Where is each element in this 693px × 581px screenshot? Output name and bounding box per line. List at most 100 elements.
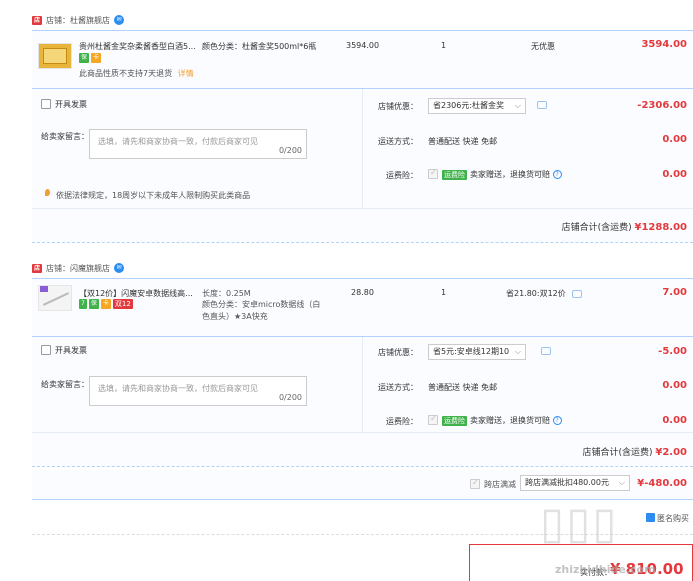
promo-badge: 双12	[112, 299, 133, 309]
memo-label: 给卖家留言：	[41, 132, 89, 141]
shop-total-label: 店铺合计(含运费)	[582, 448, 653, 458]
product-thumbnail[interactable]	[38, 43, 72, 69]
insurance-badge: 运费险	[442, 416, 467, 426]
legal-notice: 依据法律规定，18周岁以下未成年人限制购买此类商品	[56, 191, 251, 200]
memo-count: 0/200	[278, 393, 302, 402]
insurance-badge: 运费险	[442, 170, 467, 180]
card-icon: 卡	[100, 299, 111, 309]
cross-shop-label: 跨店满减	[484, 480, 516, 489]
detail-link[interactable]: 详情	[178, 69, 194, 78]
shop-options: 开具发票 给卖家留言： 选填，请先和商家协商一致，付款后商家可见 0/200 店…	[32, 336, 693, 433]
coupon-select[interactable]: 省2306元:杜酱金奖 ⌵	[428, 98, 526, 114]
invoice-label: 开具发票	[55, 346, 87, 355]
chevron-down-icon: ⌵	[618, 478, 625, 487]
shop-total: 店铺合计(含运费) ¥1288.00	[562, 220, 687, 233]
shop-total: 店铺合计(含运费) ¥2.00	[582, 445, 687, 458]
insurance-label: 运费险：	[386, 171, 418, 180]
unit-price: 3594.00	[346, 41, 380, 50]
insurance-text: 卖家赠送，退换货可赔	[470, 170, 550, 179]
memo-placeholder: 选填，请先和商家协商一致，付款后商家可见	[98, 137, 258, 146]
order-item: 【双12价】闪魔安卓数据线高... 7 保卡双12 长度：0.25M 颜色分类：安…	[32, 278, 693, 336]
insurance-text: 卖家赠送，退换货可赔	[470, 416, 550, 425]
dashed-divider	[32, 466, 693, 467]
insurance-info: 运费险 卖家赠送，退换货可赔 ?	[442, 415, 562, 426]
shop-icon: 店	[32, 263, 42, 273]
invoice-checkbox[interactable]	[41, 99, 51, 109]
ship-value: 普通配送 快递 免邮	[428, 137, 498, 146]
seven-day-icon: 7	[79, 299, 87, 309]
ship-label: 运送方式：	[378, 383, 418, 392]
shop-header: 店 店铺：闪魔旗舰店 ✉	[32, 260, 124, 276]
shop-icon: 店	[32, 15, 42, 25]
product-sku: 颜色分类：杜酱金奖500ml*6瓶	[202, 42, 317, 51]
return-notice-text: 此商品性质不支持7天退货	[79, 69, 173, 78]
coupon-select[interactable]: 省5元:安卓线12期10 ⌵	[428, 344, 526, 360]
cross-shop-select-value: 跨店满减批扣480.00元	[525, 478, 609, 487]
cross-shop-select[interactable]: 跨店满减批扣480.00元 ⌵	[520, 475, 630, 491]
insurance-checkbox[interactable]	[428, 168, 438, 179]
memo-textarea[interactable]: 选填，请先和商家协商一致，付款后商家可见 0/200	[89, 376, 307, 406]
coupon-select-value: 省5元:安卓线12期10	[433, 347, 510, 356]
coupon-amount: -2306.00	[637, 100, 687, 111]
insurance-label: 运费险：	[386, 417, 418, 426]
card-icon: 卡	[91, 53, 102, 63]
shop-total-bar: 店铺合计(含运费) ¥2.00	[32, 432, 693, 466]
chevron-down-icon: ⌵	[514, 347, 521, 356]
memo-placeholder: 选填，请先和商家协商一致，付款后商家可见	[98, 384, 258, 393]
cross-shop-amount: ¥-480.00	[637, 478, 687, 489]
insurance-info: 运费险 卖家赠送，退换货可赔 ?	[442, 169, 562, 180]
insurance-checkbox[interactable]	[428, 414, 438, 425]
item-discount: 无优惠	[531, 42, 555, 51]
message-icon[interactable]	[541, 347, 551, 355]
anon-label: 匿名购买	[657, 514, 689, 523]
guarantee-icon: 保	[79, 53, 90, 63]
memo-count: 0/200	[278, 146, 302, 155]
ship-amount: 0.00	[662, 134, 687, 145]
memo-label: 给卖家留言：	[41, 380, 89, 389]
divider	[362, 337, 363, 433]
return-notice: 此商品性质不支持7天退货 详情	[79, 68, 194, 79]
order-item: 贵州杜酱金奖杂柔酱香型白酒5... 保卡 颜色分类：杜酱金奖500ml*6瓶 3…	[32, 30, 693, 88]
help-icon[interactable]: ?	[552, 170, 562, 179]
chevron-down-icon: ⌵	[514, 101, 521, 110]
location-icon	[45, 189, 50, 196]
chat-icon[interactable]: ✉	[114, 15, 124, 25]
invoice-checkbox[interactable]	[41, 345, 51, 355]
chat-icon[interactable]: ✉	[114, 263, 124, 273]
product-thumbnail[interactable]	[38, 285, 72, 311]
product-title[interactable]: 【双12价】闪魔安卓数据线高...	[79, 288, 197, 299]
item-subtotal: 7.00	[662, 287, 687, 298]
coupon-select-value: 省2306元:杜酱金奖	[433, 101, 505, 110]
cross-shop-checkbox[interactable]	[470, 478, 480, 489]
guarantee-icon: 保	[88, 299, 99, 309]
ship-label: 运送方式：	[378, 137, 418, 146]
shop-name[interactable]: 店铺：闪魔旗舰店	[46, 263, 110, 274]
memo-textarea[interactable]: 选填，请先和商家协商一致，付款后商家可见 0/200	[89, 129, 307, 159]
shop-total-value: ¥1288.00	[634, 222, 687, 233]
item-subtotal: 3594.00	[641, 39, 687, 50]
shop-total-bar: 店铺合计(含运费) ¥1288.00	[32, 208, 693, 242]
divider	[362, 89, 363, 209]
coupon-label: 店铺优惠：	[378, 348, 418, 357]
message-icon[interactable]	[572, 290, 582, 298]
anon-checkbox[interactable]	[646, 513, 655, 522]
product-sku: 颜色分类：安卓micro数据线（白色直头）★3A快充	[202, 300, 321, 321]
watermark-url: zhizhidhide.com	[555, 563, 656, 576]
shop-total-value: ¥2.00	[655, 447, 687, 458]
service-badges: 7 保卡双12	[79, 299, 135, 309]
watermark: ▯▯▯	[540, 498, 619, 549]
unit-price: 28.80	[351, 288, 374, 297]
service-badges: 保卡	[79, 53, 103, 63]
quantity: 1	[441, 41, 447, 50]
shop-header: 店 店铺：杜酱旗舰店 ✉	[32, 12, 124, 28]
product-title[interactable]: 贵州杜酱金奖杂柔酱香型白酒5...	[79, 41, 199, 52]
shop-options: 开具发票 给卖家留言： 选填，请先和商家协商一致，付款后商家可见 0/200 依…	[32, 88, 693, 209]
coupon-amount: -5.00	[658, 346, 687, 357]
coupon-label: 店铺优惠：	[378, 102, 418, 111]
shop-name[interactable]: 店铺：杜酱旗舰店	[46, 15, 110, 26]
shop-total-label: 店铺合计(含运费)	[561, 223, 632, 233]
product-spec: 长度：0.25M	[202, 289, 251, 298]
message-icon[interactable]	[537, 101, 547, 109]
help-icon[interactable]: ?	[552, 416, 562, 425]
ship-value: 普通配送 快递 免邮	[428, 383, 498, 392]
